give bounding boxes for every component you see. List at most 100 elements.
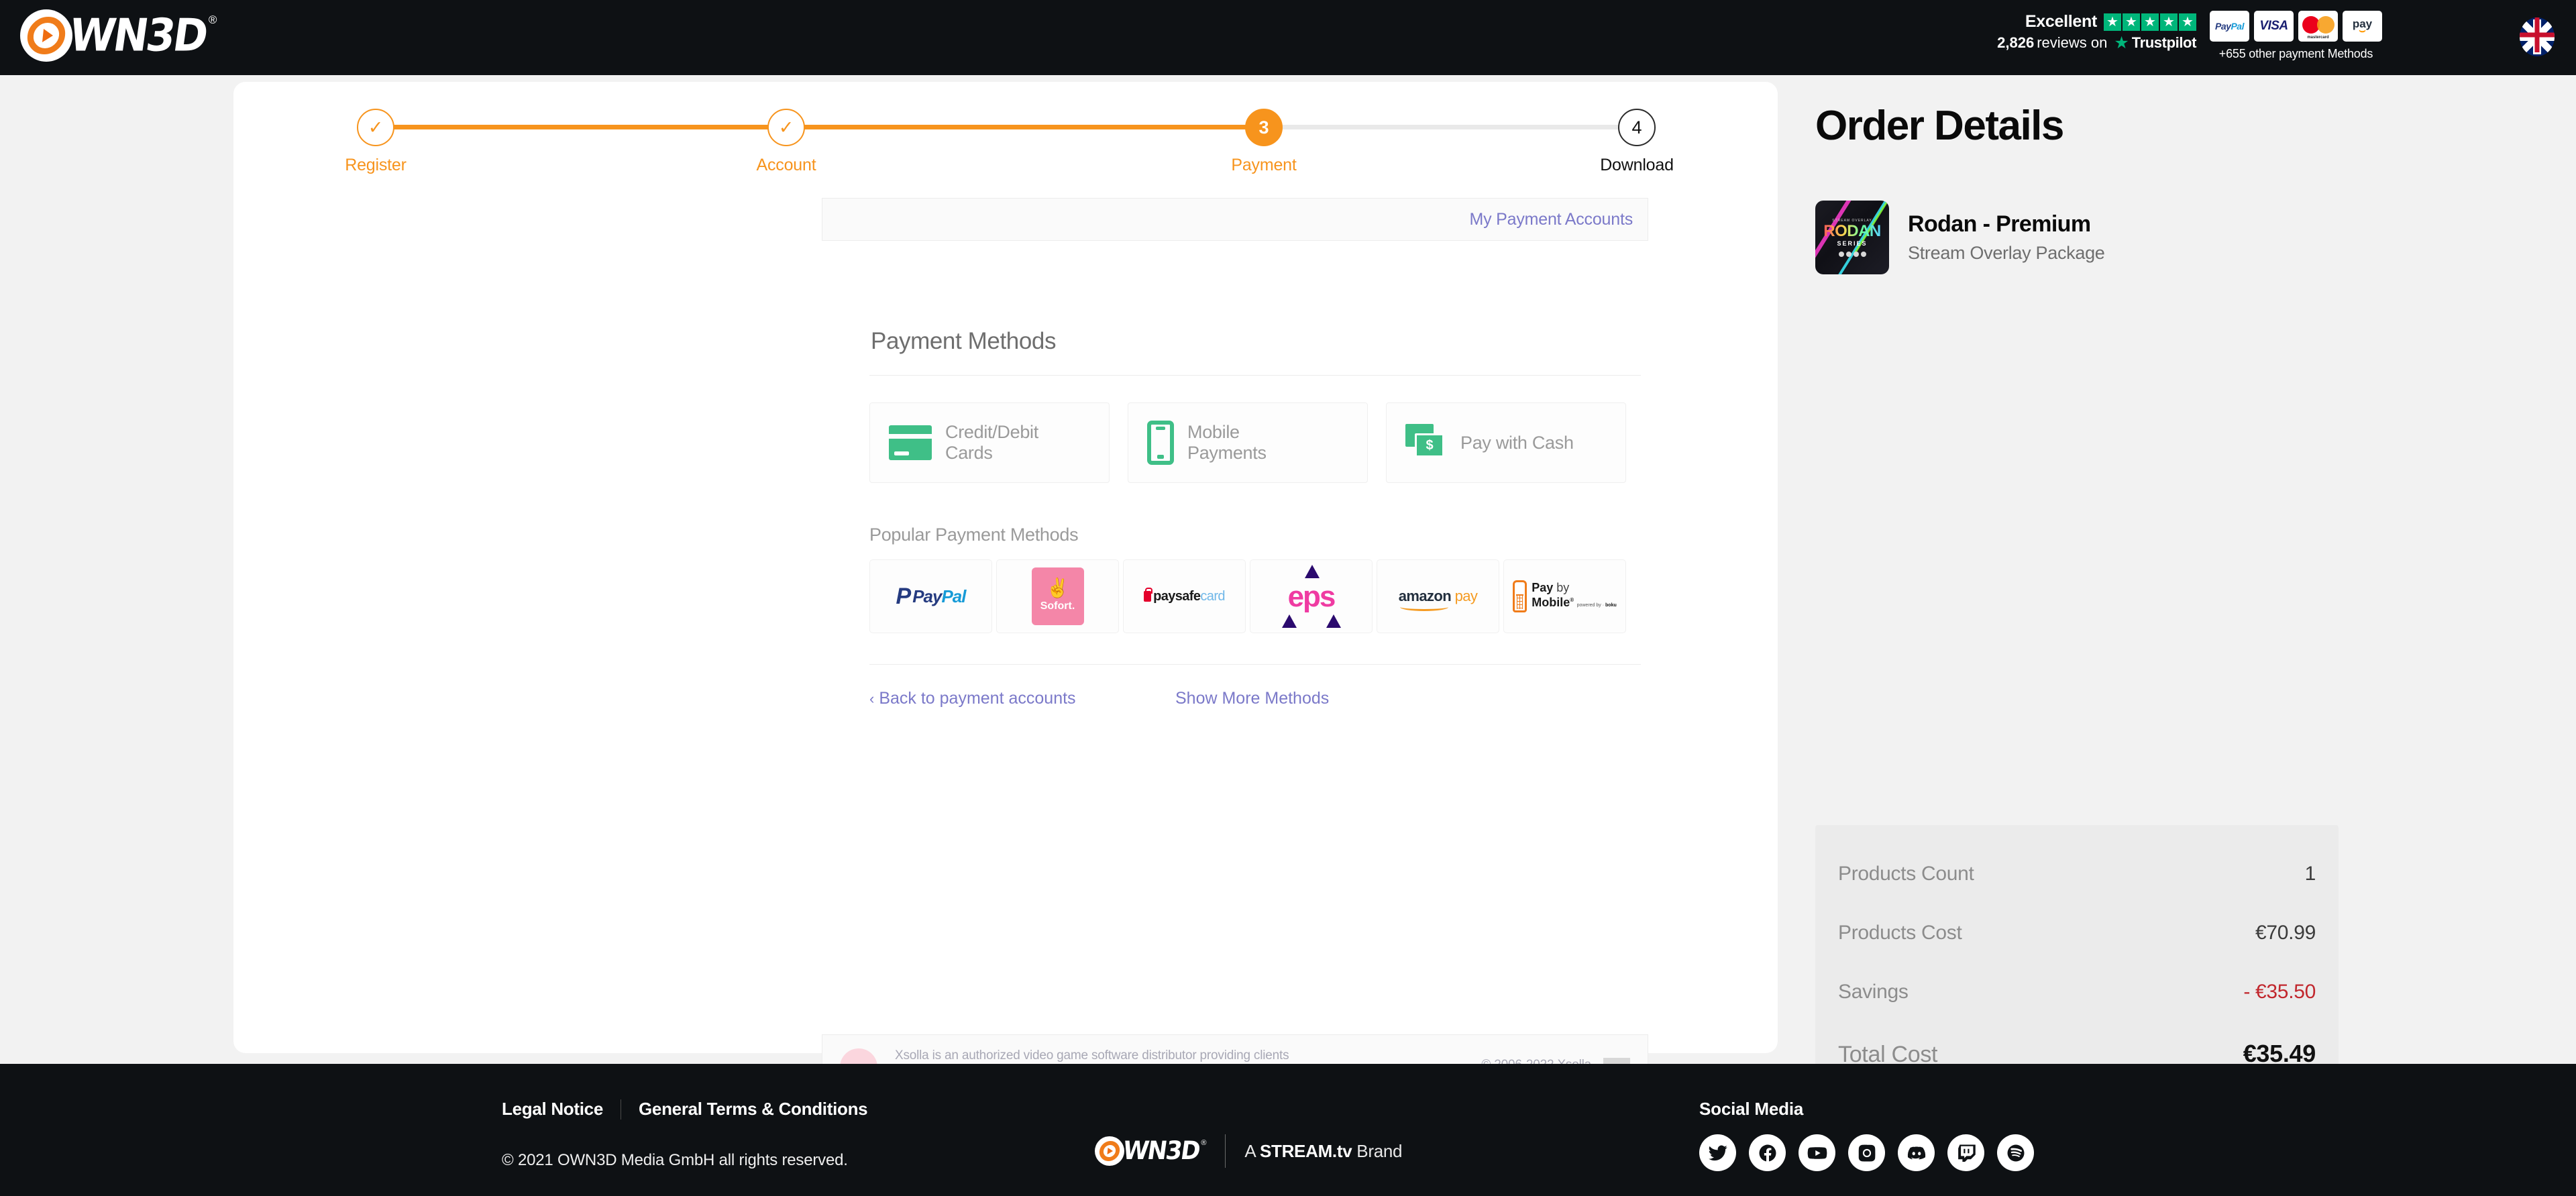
product-info: Rodan - Premium Stream Overlay Package — [1908, 211, 2105, 264]
summary-value-savings: - €35.50 — [2243, 981, 2316, 1003]
twitch-icon[interactable] — [1947, 1134, 1984, 1171]
other-payment-methods-note: +655 other payment Methods — [2218, 47, 2373, 60]
trustpilot-reviews-suffix: reviews on — [2037, 34, 2108, 51]
chevron-left-icon: ‹ — [869, 690, 875, 707]
summary-value: €70.99 — [2255, 922, 2316, 944]
back-to-payment-accounts-link[interactable]: ‹ Back to payment accounts — [869, 689, 1076, 708]
payment-methods-heading: Payment Methods — [871, 328, 1057, 354]
summary-label: Products Cost — [1838, 922, 1962, 944]
stepper-connector-3 — [1264, 125, 1637, 129]
popular-method-eps[interactable]: eps — [1250, 559, 1373, 633]
payment-method-pay-with-cash[interactable]: $ Pay with Cash — [1386, 402, 1626, 483]
paypal-badge: Pay Pal — [2210, 11, 2249, 42]
paypal-logo-icon: P Pay Pal — [896, 583, 967, 609]
twitter-icon[interactable] — [1699, 1134, 1736, 1171]
stepper-check-icon: ✓ — [767, 109, 805, 146]
stepper-label-register: Register — [345, 156, 407, 174]
page-footer: Legal Notice General Terms & Conditions … — [0, 1064, 2576, 1196]
footer-brand-divider — [1225, 1134, 1226, 1168]
payment-method-label: Mobile Payments — [1187, 422, 1267, 463]
united-kingdom-flag-icon[interactable] — [2520, 17, 2555, 56]
registered-trademark-icon: ® — [1201, 1139, 1207, 1147]
trustpilot-brand-name: Trustpilot — [2131, 34, 2197, 51]
popular-method-amazon-pay[interactable]: amazon pay — [1377, 559, 1499, 633]
stepper-step-download[interactable]: 4 Download — [1590, 109, 1684, 175]
discord-icon[interactable] — [1898, 1134, 1935, 1171]
footer-own3d-logo[interactable]: WN3D ® — [1095, 1136, 1206, 1166]
order-product-row: STREAM OVERLAY RODAN SERIES Rodan - Prem… — [1815, 201, 2339, 274]
order-details-title: Order Details — [1815, 103, 2064, 149]
stepper-number-3: 3 — [1245, 109, 1283, 146]
credit-card-icon — [889, 425, 932, 460]
back-link-label: Back to payment accounts — [879, 689, 1076, 708]
mastercard-badge: mastercard — [2298, 11, 2338, 42]
stepper-step-register[interactable]: ✓ Register — [329, 109, 423, 175]
summary-row-savings: Savings - €35.50 — [1838, 981, 2316, 1003]
stepper-number-4: 4 — [1618, 109, 1656, 146]
amazon-pay-logo-icon: amazon pay — [1399, 588, 1478, 611]
show-more-methods-link[interactable]: Show More Methods — [1175, 689, 1329, 708]
own3d-logo-text: WN3D — [66, 9, 210, 62]
popular-payment-method-tiles: P Pay Pal ✌ Sofort. paysafe card eps ama… — [869, 559, 1626, 633]
payment-method-label: Credit/Debit Cards — [945, 422, 1038, 463]
payment-method-credit-debit-cards[interactable]: Credit/Debit Cards — [869, 402, 1110, 483]
stepper-connector-2 — [786, 125, 1264, 129]
thumbnail-series: SERIES — [1837, 239, 1868, 247]
stepper-label-download: Download — [1600, 156, 1674, 174]
stepper-connector-1 — [376, 125, 786, 129]
payment-method-label: Pay with Cash — [1460, 432, 1574, 453]
footer-social-block: Social Media — [1699, 1099, 2034, 1171]
pay-by-mobile-logo-icon: Pay by Mobile® powered by · boku — [1513, 580, 1617, 612]
payment-method-mobile-payments[interactable]: Mobile Payments — [1128, 402, 1368, 483]
youtube-icon[interactable] — [1799, 1134, 1835, 1171]
thumbnail-title: RODAN — [1823, 221, 1881, 240]
paysafecard-logo-icon: paysafe card — [1144, 588, 1225, 604]
registered-trademark-icon: ® — [208, 13, 217, 26]
eps-logo-icon: eps — [1271, 565, 1352, 628]
payment-method-tiles: Credit/Debit Cards Mobile Payments $ Pay… — [869, 402, 1626, 483]
popular-methods-divider — [869, 664, 1641, 665]
stepper-step-account[interactable]: ✓ Account — [739, 109, 833, 175]
eps-label: eps — [1287, 580, 1336, 613]
legal-notice-link[interactable]: Legal Notice — [502, 1099, 603, 1120]
xsolla-description-line-1: Xsolla is an authorized video game softw… — [895, 1048, 1289, 1063]
summary-row-products-cost: Products Cost €70.99 — [1838, 922, 2316, 944]
trustpilot-stars: ★ ★ ★ ★ ★ — [2104, 13, 2196, 31]
top-header-bar: WN3D ® Excellent ★ ★ ★ ★ ★ 2,826 reviews… — [0, 0, 2576, 75]
spotify-icon[interactable] — [1997, 1134, 2034, 1171]
footer-brand-block: WN3D ® A STREAM.tv Brand — [1095, 1134, 1402, 1168]
popular-method-pay-by-mobile[interactable]: Pay by Mobile® powered by · boku — [1503, 559, 1626, 633]
own3d-play-mark — [20, 9, 72, 62]
social-media-heading: Social Media — [1699, 1099, 1804, 1119]
byline-brand: STREAM.tv — [1259, 1140, 1352, 1161]
stepper-check-icon: ✓ — [357, 109, 394, 146]
byline-suffix: Brand — [1352, 1140, 1403, 1161]
stepper-step-payment[interactable]: 3 Payment — [1217, 109, 1311, 175]
summary-label: Savings — [1838, 981, 1909, 1003]
general-terms-link[interactable]: General Terms & Conditions — [639, 1099, 868, 1120]
trustpilot-star-icon: ★ — [2114, 34, 2129, 52]
popular-method-sofort[interactable]: ✌ Sofort. — [996, 559, 1119, 633]
product-thumbnail: STREAM OVERLAY RODAN SERIES — [1815, 201, 1889, 274]
checkout-panel: ✓ Register ✓ Account 3 Payment 4 Downloa… — [233, 82, 1778, 1112]
footer-copyright: © 2021 OWN3D Media GmbH all rights reser… — [502, 1151, 848, 1169]
sofort-logo-icon: ✌ Sofort. — [1031, 567, 1084, 625]
facebook-icon[interactable] — [1749, 1134, 1786, 1171]
page-body: ✓ Register ✓ Account 3 Payment 4 Downloa… — [0, 75, 2576, 1112]
popular-method-paysafecard[interactable]: paysafe card — [1123, 559, 1246, 633]
footer-logo-text: WN3D — [1120, 1136, 1201, 1166]
own3d-play-mark — [1095, 1136, 1124, 1166]
own3d-logo[interactable]: WN3D ® — [20, 9, 217, 62]
footer-byline: A STREAM.tv Brand — [1244, 1141, 1402, 1162]
visa-badge: VISA — [2254, 11, 2294, 42]
stepper-label-payment: Payment — [1231, 156, 1297, 174]
instagram-icon[interactable] — [1848, 1134, 1885, 1171]
popular-method-paypal[interactable]: P Pay Pal — [869, 559, 992, 633]
trustpilot-widget[interactable]: Excellent ★ ★ ★ ★ ★ 2,826 reviews on ★ T… — [1997, 12, 2196, 52]
summary-label: Products Count — [1838, 863, 1974, 885]
my-payment-accounts-link[interactable]: My Payment Accounts — [1469, 210, 1633, 229]
header-payment-badges: Pay Pal VISA mastercard pay ⌣ +655 other p… — [2210, 11, 2382, 61]
mobile-phone-icon — [1147, 421, 1174, 465]
trustpilot-rating-word: Excellent — [2025, 12, 2097, 31]
stepper-label-account: Account — [756, 156, 816, 174]
